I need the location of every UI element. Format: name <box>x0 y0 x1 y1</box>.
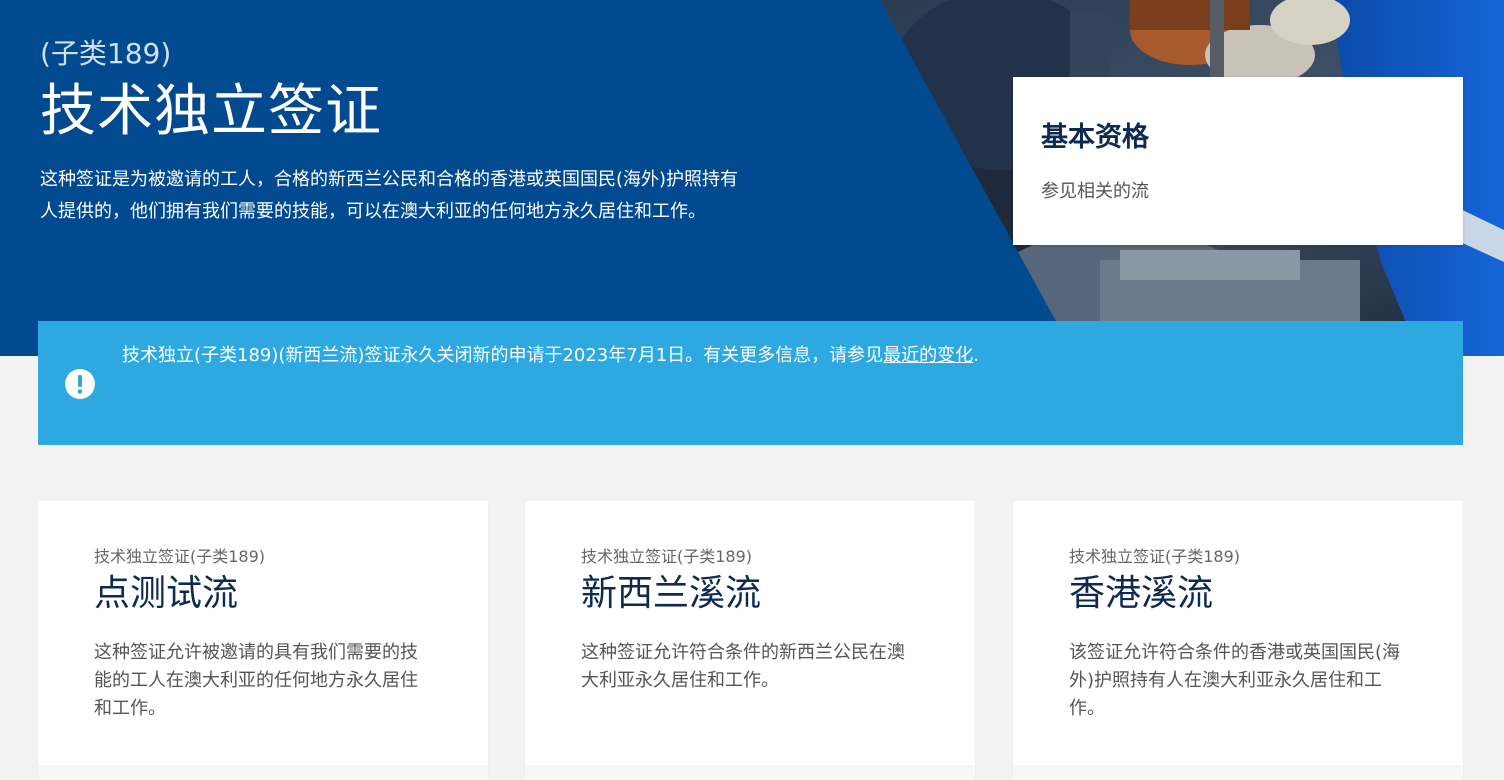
closure-alert: 技术独立(子类189)(新西兰流)签证永久关闭新的申请于2023年7月1日。有关… <box>38 321 1463 445</box>
alert-text: 技术独立(子类189)(新西兰流)签证永久关闭新的申请于2023年7月1日。有关… <box>122 345 884 366</box>
stream-card-new-zealand[interactable]: 技术独立签证(子类189) 新西兰溪流 这种签证允许符合条件的新西兰公民在澳大利… <box>525 501 975 780</box>
stream-card-description: 这种签证允许符合条件的新西兰公民在澳大利亚永久居住和工作。 <box>581 642 905 691</box>
stream-card-hong-kong[interactable]: 技术独立签证(子类189) 香港溪流 该签证允许符合条件的香港或英国国民(海外)… <box>1013 501 1463 780</box>
stream-card-footer <box>525 765 975 780</box>
stream-card-description: 这种签证允许被邀请的具有我们需要的技能的工人在澳大利亚的任何地方永久居住和工作。 <box>94 642 418 719</box>
eligibility-text: 参见相关的流 <box>1041 181 1149 202</box>
recent-changes-link[interactable]: 最近的变化 <box>883 345 973 366</box>
stream-card-description: 该签证允许符合条件的香港或英国国民(海外)护照持有人在澳大利亚永久居住和工作。 <box>1069 642 1401 719</box>
page-title: 技术独立签证 <box>40 79 382 144</box>
exclamation-circle-icon <box>65 369 95 399</box>
stream-card-title[interactable]: 新西兰溪流 <box>581 571 761 617</box>
hero-text-block: (子类189) 技术独立签证 这种签证是为被邀请的工人，合格的新西兰公民和合格的… <box>40 34 770 228</box>
alert-suffix: . <box>973 345 979 366</box>
stream-card-points-tested[interactable]: 技术独立签证(子类189) 点测试流 这种签证允许被邀请的具有我们需要的技能的工… <box>38 501 488 780</box>
stream-card-title[interactable]: 香港溪流 <box>1069 571 1213 617</box>
stream-card-title[interactable]: 点测试流 <box>94 571 238 617</box>
eligibility-card: 基本资格 参见相关的流 <box>1013 77 1463 245</box>
page: (子类189) 技术独立签证 这种签证是为被邀请的工人，合格的新西兰公民和合格的… <box>0 0 1504 780</box>
alert-message: 技术独立(子类189)(新西兰流)签证永久关闭新的申请于2023年7月1日。有关… <box>122 343 979 369</box>
stream-card-kicker: 技术独立签证(子类189) <box>1069 547 1241 566</box>
stream-card-kicker: 技术独立签证(子类189) <box>94 547 266 566</box>
hero-subclass: (子类189) <box>40 37 172 70</box>
eligibility-title: 基本资格 <box>1041 122 1149 153</box>
hero-description: 这种签证是为被邀请的工人，合格的新西兰公民和合格的香港或英国国民(海外)护照持有… <box>40 169 739 222</box>
stream-card-footer <box>1013 765 1463 780</box>
stream-card-footer <box>38 765 488 780</box>
stream-card-kicker: 技术独立签证(子类189) <box>581 547 753 566</box>
